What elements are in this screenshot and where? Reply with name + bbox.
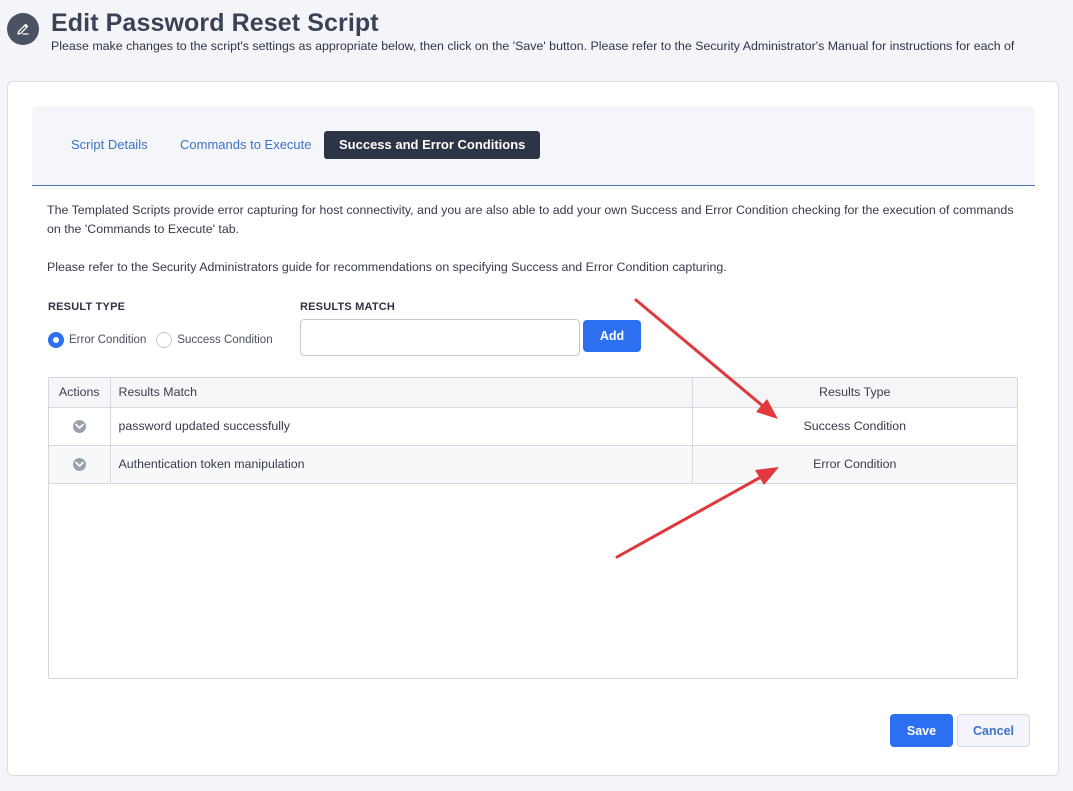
- results-match-label: RESULTS MATCH: [300, 301, 396, 313]
- description: The Templated Scripts provide error capt…: [47, 201, 1022, 277]
- pencil-icon: [7, 13, 39, 45]
- column-header-results-type: Results Type: [692, 378, 1017, 408]
- cancel-button[interactable]: Cancel: [957, 714, 1030, 747]
- row-results-match: password updated successfully: [110, 407, 693, 446]
- page: Edit Password Reset Script Please make c…: [0, 0, 1073, 791]
- row-actions-cell: [49, 407, 111, 446]
- script-card: Script Details Commands to Execute Succe…: [7, 81, 1059, 776]
- chevron-down-icon[interactable]: [72, 420, 86, 434]
- page-header: Edit Password Reset Script Please make c…: [0, 0, 1073, 70]
- tab-bar: Script Details Commands to Execute Succe…: [32, 106, 1035, 186]
- result-type-label: RESULT TYPE: [48, 301, 126, 313]
- row-results-match: Authentication token manipulation: [110, 445, 693, 484]
- tab-success-and-error-conditions[interactable]: Success and Error Conditions: [324, 131, 541, 159]
- table-header-row: Actions Results Match Results Type: [49, 378, 1017, 408]
- description-paragraph-2: Please refer to the Security Administrat…: [47, 260, 727, 274]
- conditions-table: Actions Results Match Results Type passw…: [48, 377, 1018, 679]
- page-title: Edit Password Reset Script: [51, 9, 379, 37]
- column-header-actions: Actions: [49, 378, 111, 408]
- radio-error-condition[interactable]: [48, 332, 64, 348]
- radio-success-condition[interactable]: [156, 332, 173, 348]
- radio-success-condition-label[interactable]: Success Condition: [177, 334, 272, 346]
- table-row: password updated successfully Success Co…: [49, 407, 1017, 446]
- description-paragraph-1: The Templated Scripts provide error capt…: [47, 203, 1014, 236]
- row-results-type: Success Condition: [692, 407, 1017, 446]
- table-row: Authentication token manipulation Error …: [49, 445, 1017, 484]
- tab-commands-to-execute[interactable]: Commands to Execute: [180, 131, 312, 159]
- page-subtitle: Please make changes to the script's sett…: [51, 39, 1015, 53]
- row-actions-cell: [49, 445, 111, 484]
- tab-script-details[interactable]: Script Details: [71, 131, 148, 159]
- chevron-down-icon[interactable]: [72, 458, 86, 472]
- results-match-input[interactable]: [300, 319, 580, 356]
- save-button[interactable]: Save: [890, 714, 953, 747]
- result-type-radio-group: Error Condition Success Condition: [48, 330, 283, 350]
- row-results-type: Error Condition: [692, 445, 1017, 484]
- add-button[interactable]: Add: [583, 320, 641, 352]
- column-header-results-match: Results Match: [110, 378, 693, 408]
- radio-error-condition-label[interactable]: Error Condition: [69, 334, 146, 346]
